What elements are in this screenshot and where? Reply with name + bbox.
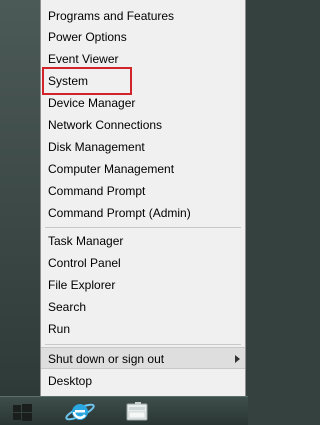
desktop-background bbox=[0, 0, 40, 396]
menu-item-command-prompt[interactable]: Command Prompt bbox=[41, 180, 245, 202]
menu-item-network-connections[interactable]: Network Connections bbox=[41, 114, 245, 136]
menu-item-device-manager[interactable]: Device Manager bbox=[41, 92, 245, 114]
menu-item-computer-management[interactable]: Computer Management bbox=[41, 158, 245, 180]
menu-item-command-prompt-admin[interactable]: Command Prompt (Admin) bbox=[41, 202, 245, 224]
menu-item-power-options[interactable]: Power Options bbox=[41, 26, 245, 48]
annotation-highlight-box bbox=[42, 67, 132, 95]
menu-separator bbox=[45, 344, 241, 345]
menu-item-programs-and-features[interactable]: Programs and Features bbox=[41, 5, 245, 27]
menu-item-task-manager[interactable]: Task Manager bbox=[41, 230, 245, 252]
menu-item-shut-down-or-sign-out[interactable]: Shut down or sign out bbox=[41, 347, 245, 369]
submenu-arrow-icon bbox=[235, 355, 240, 363]
menu-separator bbox=[45, 227, 241, 228]
start-button[interactable] bbox=[0, 397, 44, 425]
internet-explorer-button[interactable] bbox=[60, 397, 100, 425]
menu-item-search[interactable]: Search bbox=[41, 296, 245, 318]
menu-item-file-explorer[interactable]: File Explorer bbox=[41, 274, 245, 296]
menu-item-disk-management[interactable]: Disk Management bbox=[41, 136, 245, 158]
winx-power-user-menu: Programs and Features Power Options Even… bbox=[40, 0, 246, 396]
windows-start-icon bbox=[13, 404, 32, 421]
menu-separator bbox=[45, 368, 241, 369]
menu-item-control-panel[interactable]: Control Panel bbox=[41, 252, 245, 274]
file-explorer-icon bbox=[126, 402, 148, 421]
menu-item-label: Shut down or sign out bbox=[48, 352, 165, 366]
internet-explorer-icon bbox=[65, 403, 95, 421]
menu-item-desktop[interactable]: Desktop bbox=[41, 370, 245, 392]
menu-item-run[interactable]: Run bbox=[41, 318, 245, 340]
taskbar bbox=[0, 396, 248, 425]
file-explorer-button[interactable] bbox=[118, 397, 158, 425]
